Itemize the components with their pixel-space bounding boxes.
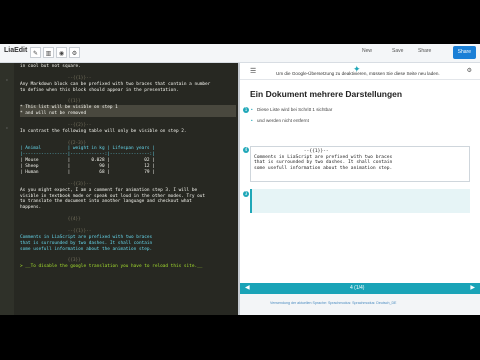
step-badge: 4 — [243, 147, 249, 153]
brand-title: LiaEdit — [4, 47, 28, 54]
code-block-line: some usefull information about the anima… — [254, 165, 393, 171]
comment-code-block: --{{1}}-- Comments in LiaScript are pref… — [250, 146, 470, 182]
list-item: und werden nicht entfernt — [251, 118, 309, 123]
slide-counter: 4 (1/4) — [350, 285, 365, 291]
next-arrow-icon[interactable]: ▶ — [470, 284, 475, 291]
letterbox-top — [0, 0, 480, 44]
share-button[interactable]: Share — [452, 46, 476, 59]
editor-text[interactable]: in cool but not square. --{{1}}-- Any Ma… — [20, 64, 236, 270]
view-icon[interactable]: ◉ — [56, 47, 67, 58]
translation-footer: Verwendung der aktuellen Sprache: Sprach… — [240, 294, 480, 315]
fold-icon[interactable]: ▸ — [6, 77, 8, 83]
slide-title: Ein Dokument mehrere Darstellungen — [250, 89, 403, 99]
code-line: Any Markdown block can be prefixed with … — [20, 81, 211, 87]
info-quote — [250, 189, 470, 213]
letterbox-bottom — [0, 315, 480, 360]
slide-navigation: ◀ 4 (1/4) ▶ — [240, 283, 480, 294]
code-line: > __To disable the google translation yo… — [20, 264, 203, 270]
split-icon[interactable]: ▥ — [43, 47, 54, 58]
prev-arrow-icon[interactable]: ◀ — [245, 284, 250, 291]
list-item: Diese Liste wird bei Schritt 1 sichtbar — [251, 107, 332, 112]
top-toolbar: LiaEdit ✎ ▥ ◉ ⚙ New Save Share Share — [0, 44, 480, 63]
menu-new[interactable]: New — [362, 48, 372, 54]
tools-icon[interactable]: ⚙ — [467, 67, 472, 74]
step-badge: 1 — [243, 107, 249, 113]
info-text: Um die Google-Übersetzung zu deaktiviere… — [276, 71, 440, 76]
menu-save[interactable]: Save — [392, 48, 403, 54]
menu-icon[interactable]: ☰ — [250, 67, 256, 75]
editor-gutter — [0, 63, 14, 315]
app-window: LiaEdit ✎ ▥ ◉ ⚙ New Save Share Share ▸ ▸… — [0, 44, 480, 315]
fold-icon[interactable]: ▸ — [6, 125, 8, 131]
gear-icon[interactable]: ⚙ — [69, 47, 80, 58]
preview-pane: ☰ ✦ ⚙ Ein Dokument mehrere Darstellungen… — [240, 63, 480, 315]
code-editor[interactable]: ▸ ▸ in cool but not square. --{{1}}-- An… — [0, 63, 238, 315]
step-badge: 3 — [243, 191, 249, 197]
edit-icon[interactable]: ✎ — [30, 47, 41, 58]
menu-share[interactable]: Share — [418, 48, 431, 54]
footer-link[interactable]: Verwendung der aktuellen Sprache: Sprach… — [270, 301, 396, 305]
